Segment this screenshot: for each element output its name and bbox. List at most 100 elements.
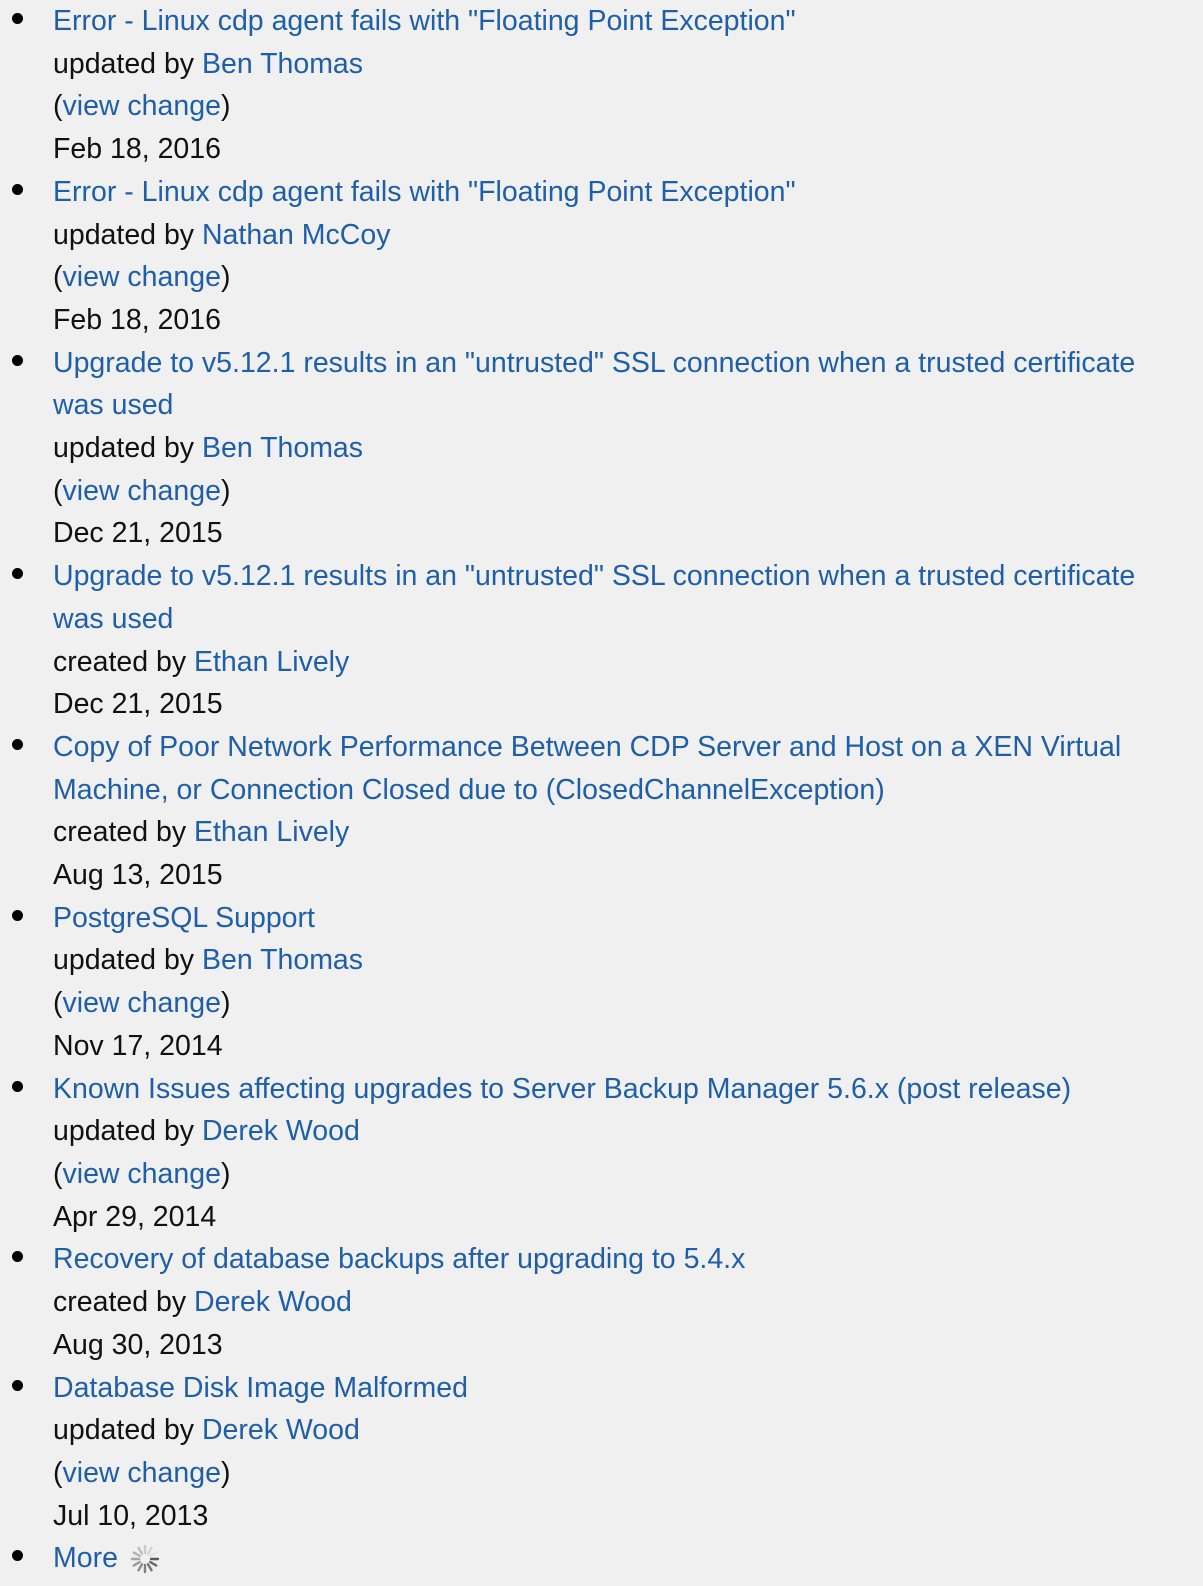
action-text: updated by (53, 47, 202, 80)
loading-spinner-icon (130, 1544, 160, 1574)
view-change-link[interactable]: view change (63, 1457, 221, 1489)
author-line: updated by Ben Thomas (53, 939, 1203, 982)
bullet (12, 909, 23, 921)
page-title-link[interactable]: Upgrade to v5.12.1 results in an "untrus… (53, 347, 1135, 422)
author-link[interactable]: Ben Thomas (202, 944, 363, 976)
more-row: More (53, 1537, 160, 1580)
activity-item: Recovery of database backups after upgra… (0, 1238, 1203, 1366)
page-title-link[interactable]: Upgrade to v5.12.1 results in an "untrus… (53, 560, 1135, 635)
title-line: Error - Linux cdp agent fails with "Floa… (53, 0, 1203, 43)
author-link[interactable]: Derek Wood (202, 1414, 360, 1446)
close-paren: ) (220, 474, 231, 507)
date-text: Dec 21, 2015 (53, 517, 223, 550)
page-title-link[interactable]: Error - Linux cdp agent fails with "Floa… (53, 5, 796, 37)
date-text: Apr 29, 2014 (53, 1200, 217, 1233)
title-line: Database Disk Image Malformed (53, 1367, 1203, 1410)
action-text: updated by (53, 1414, 202, 1447)
more-item: More (0, 1537, 1203, 1580)
spinner-spoke (148, 1550, 158, 1557)
spinner-spoke (137, 1562, 144, 1572)
bullet (12, 1379, 23, 1391)
page-title-link[interactable]: PostgreSQL Support (53, 902, 315, 934)
view-change-line: (view change) (53, 256, 1203, 299)
open-paren: ( (53, 1456, 63, 1489)
spinner-spoke (148, 1560, 158, 1567)
close-paren: ) (220, 90, 231, 123)
title-line: Error - Linux cdp agent fails with "Floa… (53, 171, 1203, 214)
view-change-line: (view change) (53, 1452, 1203, 1495)
spinner-spoke (132, 1550, 141, 1557)
page-title-link[interactable]: Error - Linux cdp agent fails with "Floa… (53, 176, 796, 208)
author-link[interactable]: Ben Thomas (202, 432, 363, 464)
bullet (12, 183, 23, 195)
view-change-line: (view change) (53, 982, 1203, 1025)
title-line: PostgreSQL Support (53, 897, 1203, 940)
activity-item: Upgrade to v5.12.1 results in an "untrus… (0, 342, 1203, 556)
title-line: Known Issues affecting upgrades to Serve… (53, 1068, 1203, 1111)
author-link[interactable]: Ben Thomas (202, 48, 363, 80)
view-change-link[interactable]: view change (63, 987, 221, 1019)
view-change-link[interactable]: view change (63, 261, 221, 293)
bullet (12, 568, 23, 580)
author-link[interactable]: Derek Wood (194, 1286, 352, 1318)
activity-item: Copy of Poor Network Performance Between… (0, 726, 1203, 897)
view-change-line: (view change) (53, 1153, 1203, 1196)
view-change-line: (view change) (53, 85, 1203, 128)
author-link[interactable]: Ethan Lively (194, 646, 349, 678)
author-line: updated by Nathan McCoy (53, 214, 1203, 257)
bullet (12, 1080, 23, 1092)
bullet (12, 13, 23, 24)
date-text: Nov 17, 2014 (53, 1029, 223, 1062)
author-line: updated by Ben Thomas (53, 43, 1203, 86)
author-line: created by Derek Wood (53, 1281, 1203, 1324)
page-title-link[interactable]: Database Disk Image Malformed (53, 1372, 468, 1404)
author-line: updated by Ben Thomas (53, 427, 1203, 470)
title-line: Upgrade to v5.12.1 results in an "untrus… (53, 555, 1203, 640)
view-change-link[interactable]: view change (63, 90, 221, 122)
author-line: created by Ethan Lively (53, 641, 1203, 684)
activity-item: Database Disk Image Malformed updated by… (0, 1367, 1203, 1538)
date-text: Aug 30, 2013 (53, 1328, 223, 1361)
page-title-link[interactable]: Recovery of database backups after upgra… (53, 1243, 745, 1275)
author-link[interactable]: Derek Wood (202, 1115, 360, 1147)
activity-item: Known Issues affecting upgrades to Serve… (0, 1068, 1203, 1239)
date-text: Dec 21, 2015 (53, 688, 223, 721)
date-text: Aug 13, 2015 (53, 859, 223, 892)
title-line: Copy of Poor Network Performance Between… (53, 726, 1203, 811)
open-paren: ( (53, 474, 63, 507)
view-change-link[interactable]: view change (63, 1158, 221, 1190)
action-text: created by (53, 1286, 194, 1319)
activity-item: Error - Linux cdp agent fails with "Floa… (0, 0, 1203, 171)
author-line: updated by Derek Wood (53, 1409, 1203, 1452)
action-text: created by (53, 816, 194, 849)
page-title-link[interactable]: Known Issues affecting upgrades to Serve… (53, 1073, 1071, 1105)
close-paren: ) (220, 1456, 231, 1489)
spinner-spoke (132, 1560, 141, 1567)
open-paren: ( (53, 90, 63, 123)
view-change-line: (view change) (53, 470, 1203, 513)
bullet (12, 354, 23, 366)
action-text: updated by (53, 432, 202, 465)
title-line: Recovery of database backups after upgra… (53, 1238, 1203, 1281)
page-title-link[interactable]: Copy of Poor Network Performance Between… (53, 731, 1121, 806)
open-paren: ( (53, 987, 63, 1020)
author-link[interactable]: Nathan McCoy (202, 219, 391, 251)
close-paren: ) (220, 1157, 231, 1190)
date-text: Jul 10, 2013 (53, 1499, 209, 1532)
activity-item: PostgreSQL Support updated by Ben Thomas… (0, 897, 1203, 1068)
action-text: updated by (53, 944, 202, 977)
action-text: updated by (53, 218, 202, 251)
date-text: Feb 18, 2016 (53, 133, 221, 166)
open-paren: ( (53, 1157, 63, 1190)
action-text: updated by (53, 1115, 202, 1148)
open-paren: ( (53, 261, 63, 294)
more-link[interactable]: More (53, 1537, 118, 1580)
view-change-link[interactable]: view change (63, 475, 221, 507)
author-line: created by Ethan Lively (53, 811, 1203, 854)
author-line: updated by Derek Wood (53, 1110, 1203, 1153)
date-text: Feb 18, 2016 (53, 303, 221, 336)
spinner-spoke (137, 1546, 144, 1555)
author-link[interactable]: Ethan Lively (194, 816, 349, 848)
bullet (12, 738, 23, 750)
close-paren: ) (220, 987, 231, 1020)
